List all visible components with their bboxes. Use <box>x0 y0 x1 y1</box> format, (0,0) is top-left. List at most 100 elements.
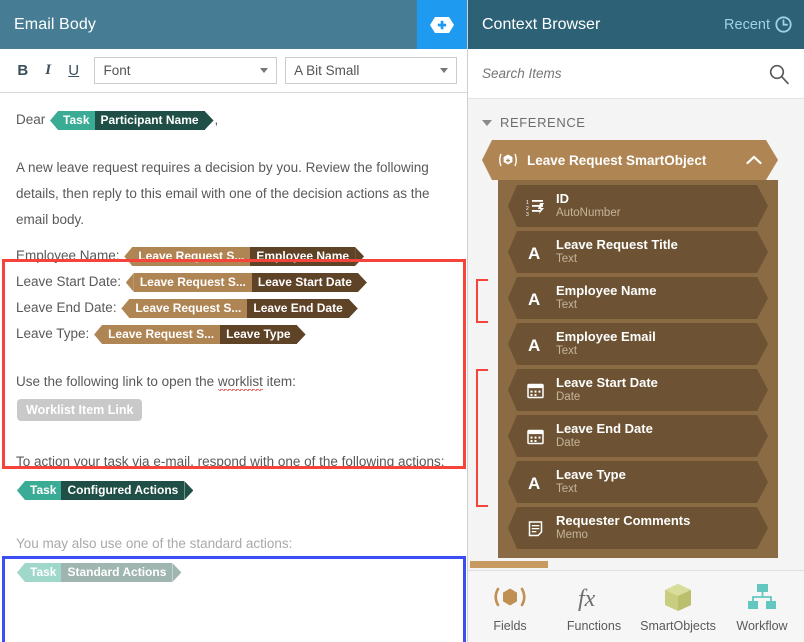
tag-configured-actions[interactable]: Task Configured Actions <box>17 481 193 500</box>
tag-source: Leave Request S... <box>102 325 220 344</box>
text-a-icon: A <box>524 335 546 354</box>
tree-item-leave-request-title[interactable]: A Leave Request Title Text <box>508 231 768 273</box>
clock-icon <box>775 16 792 33</box>
tab-label: Fields <box>493 619 526 633</box>
tag-leave-end-date[interactable]: Leave Request S... Leave End Date <box>121 299 357 318</box>
field-label: Leave End Date: <box>16 300 117 315</box>
tree-item-type: Memo <box>556 528 690 542</box>
bold-button[interactable]: B <box>10 57 35 85</box>
chevron-up-icon[interactable] <box>746 155 762 165</box>
tab-label: Functions <box>567 619 621 633</box>
recent-label: Recent <box>724 17 770 33</box>
tree-item-leave-end-date[interactable]: Leave End Date Date <box>508 415 768 457</box>
field-row: Employee Name: Leave Request S... Employ… <box>16 243 451 269</box>
spacer <box>16 233 451 243</box>
context-browser-header: Context Browser Recent <box>468 0 804 49</box>
autonumber-icon: 1 2 3 <box>524 197 546 216</box>
tree-item-leave-type[interactable]: A Leave Type Text <box>508 461 768 503</box>
email-body-editor[interactable]: Dear Task Participant Name , A new leave… <box>0 93 467 642</box>
tree-item-name: Employee Email <box>556 330 656 344</box>
tree-item-name: Leave Type <box>556 468 626 482</box>
fx-icon: fx <box>574 581 614 613</box>
standard-actions-row: Task Standard Actions <box>16 559 451 585</box>
tree-node-children: 1 2 3 ID AutoNumber <box>498 180 778 558</box>
intro-paragraph: A new leave request requires a decision … <box>16 155 451 233</box>
tree-node-label: Leave Request SmartObject <box>527 153 737 168</box>
tree-item-type: Text <box>556 252 678 266</box>
tree-item-employee-name[interactable]: A Employee Name Text <box>508 277 768 319</box>
add-context-button[interactable] <box>417 0 467 49</box>
font-size-select[interactable]: A Bit Small <box>285 57 457 84</box>
tree-item-id[interactable]: 1 2 3 ID AutoNumber <box>508 185 768 227</box>
font-family-select[interactable]: Font <box>94 57 277 84</box>
chevron-down-icon <box>260 68 268 73</box>
svg-text:A: A <box>528 336 540 354</box>
tag-leave-type[interactable]: Leave Request S... Leave Type <box>94 325 306 344</box>
text-a-icon: A <box>524 289 546 308</box>
cube-icon <box>662 581 694 613</box>
svg-text:A: A <box>528 244 540 262</box>
tag-participant-name[interactable]: Task Participant Name <box>50 111 214 130</box>
tag-source: Leave Request S... <box>134 273 252 292</box>
tree-item-name: Employee Name <box>556 284 656 298</box>
tree-item-type: Text <box>556 298 656 312</box>
tag-source: Leave Request S... <box>129 299 247 318</box>
horizontal-scrollbar[interactable] <box>470 561 548 568</box>
tree-item-requester-comments[interactable]: Requester Comments Memo <box>508 507 768 549</box>
tree-item-name: Requester Comments <box>556 514 690 528</box>
spacer <box>16 347 451 369</box>
email-body-panel: Email Body B I U Font A Bit Small <box>0 0 468 642</box>
tree-item-employee-email[interactable]: A Employee Email Text <box>508 323 768 365</box>
tab-smartobjects[interactable]: SmartObjects <box>636 581 720 633</box>
svg-text:fx: fx <box>578 586 596 611</box>
underline-button[interactable]: U <box>61 57 86 85</box>
recent-button[interactable]: Recent <box>724 16 792 33</box>
tree-item-name: ID <box>556 192 621 206</box>
greeting-prefix: Dear <box>16 112 45 127</box>
greeting-suffix: , <box>215 112 219 127</box>
tree-item-leave-start-date[interactable]: Leave Start Date Date <box>508 369 768 411</box>
tag-worklist-item-link[interactable]: Worklist Item Link <box>17 399 142 421</box>
search-icon[interactable] <box>768 63 790 85</box>
italic-button[interactable]: I <box>35 57 60 85</box>
font-size-value: A Bit Small <box>294 63 359 78</box>
tree-item-name: Leave Request Title <box>556 238 678 252</box>
spacer <box>16 503 451 531</box>
highlight-bracket-leave-dates <box>476 369 488 507</box>
tree-item-type: Text <box>556 482 626 496</box>
greeting-line: Dear Task Participant Name , <box>16 107 451 133</box>
worklist-misspelled-word: worklist <box>218 374 263 391</box>
search-input[interactable] <box>482 66 742 81</box>
spacer <box>16 133 451 147</box>
configured-actions-row: Task Configured Actions <box>16 477 451 503</box>
fields-hexagon-icon <box>492 581 528 613</box>
svg-text:A: A <box>528 290 540 308</box>
tag-field: Employee Name <box>250 247 355 266</box>
tag-standard-actions[interactable]: Task Standard Actions <box>17 563 181 582</box>
tree-item-name: Leave Start Date <box>556 376 658 390</box>
worklist-paragraph: Use the following link to open the workl… <box>16 369 451 395</box>
tab-functions[interactable]: fx Functions <box>552 581 636 633</box>
tab-label: Workflow <box>736 619 787 633</box>
action-paragraph: To action your task via e-mail, respond … <box>16 449 451 475</box>
tree-item-type: Text <box>556 344 656 358</box>
page-title: Email Body <box>0 16 96 34</box>
tree-item-type: Date <box>556 390 658 404</box>
tag-leave-start-date[interactable]: Leave Request S... Leave Start Date <box>126 273 367 292</box>
tree-node-leave-request-smartobject[interactable]: Leave Request SmartObject <box>482 140 778 180</box>
tab-label: SmartObjects <box>640 619 716 633</box>
field-row: Leave Start Date: Leave Request S... Lea… <box>16 269 451 295</box>
tree-item-type: Date <box>556 436 653 450</box>
tag-source: Task <box>25 481 61 500</box>
tree-section-reference[interactable]: REFERENCE <box>468 111 804 140</box>
svg-text:A: A <box>528 474 540 492</box>
formatting-toolbar: B I U Font A Bit Small <box>0 49 467 93</box>
worklist-link-row: Worklist Item Link <box>16 397 451 423</box>
tab-fields[interactable]: Fields <box>468 581 552 633</box>
tree-item-type: AutoNumber <box>556 206 621 220</box>
tab-workflow[interactable]: Workflow <box>720 581 804 633</box>
spacer <box>16 423 451 449</box>
worklist-text-a: Use the following link to open the <box>16 374 218 389</box>
tag-employee-name[interactable]: Leave Request S... Employee Name <box>124 247 364 266</box>
search-bar <box>468 49 804 99</box>
